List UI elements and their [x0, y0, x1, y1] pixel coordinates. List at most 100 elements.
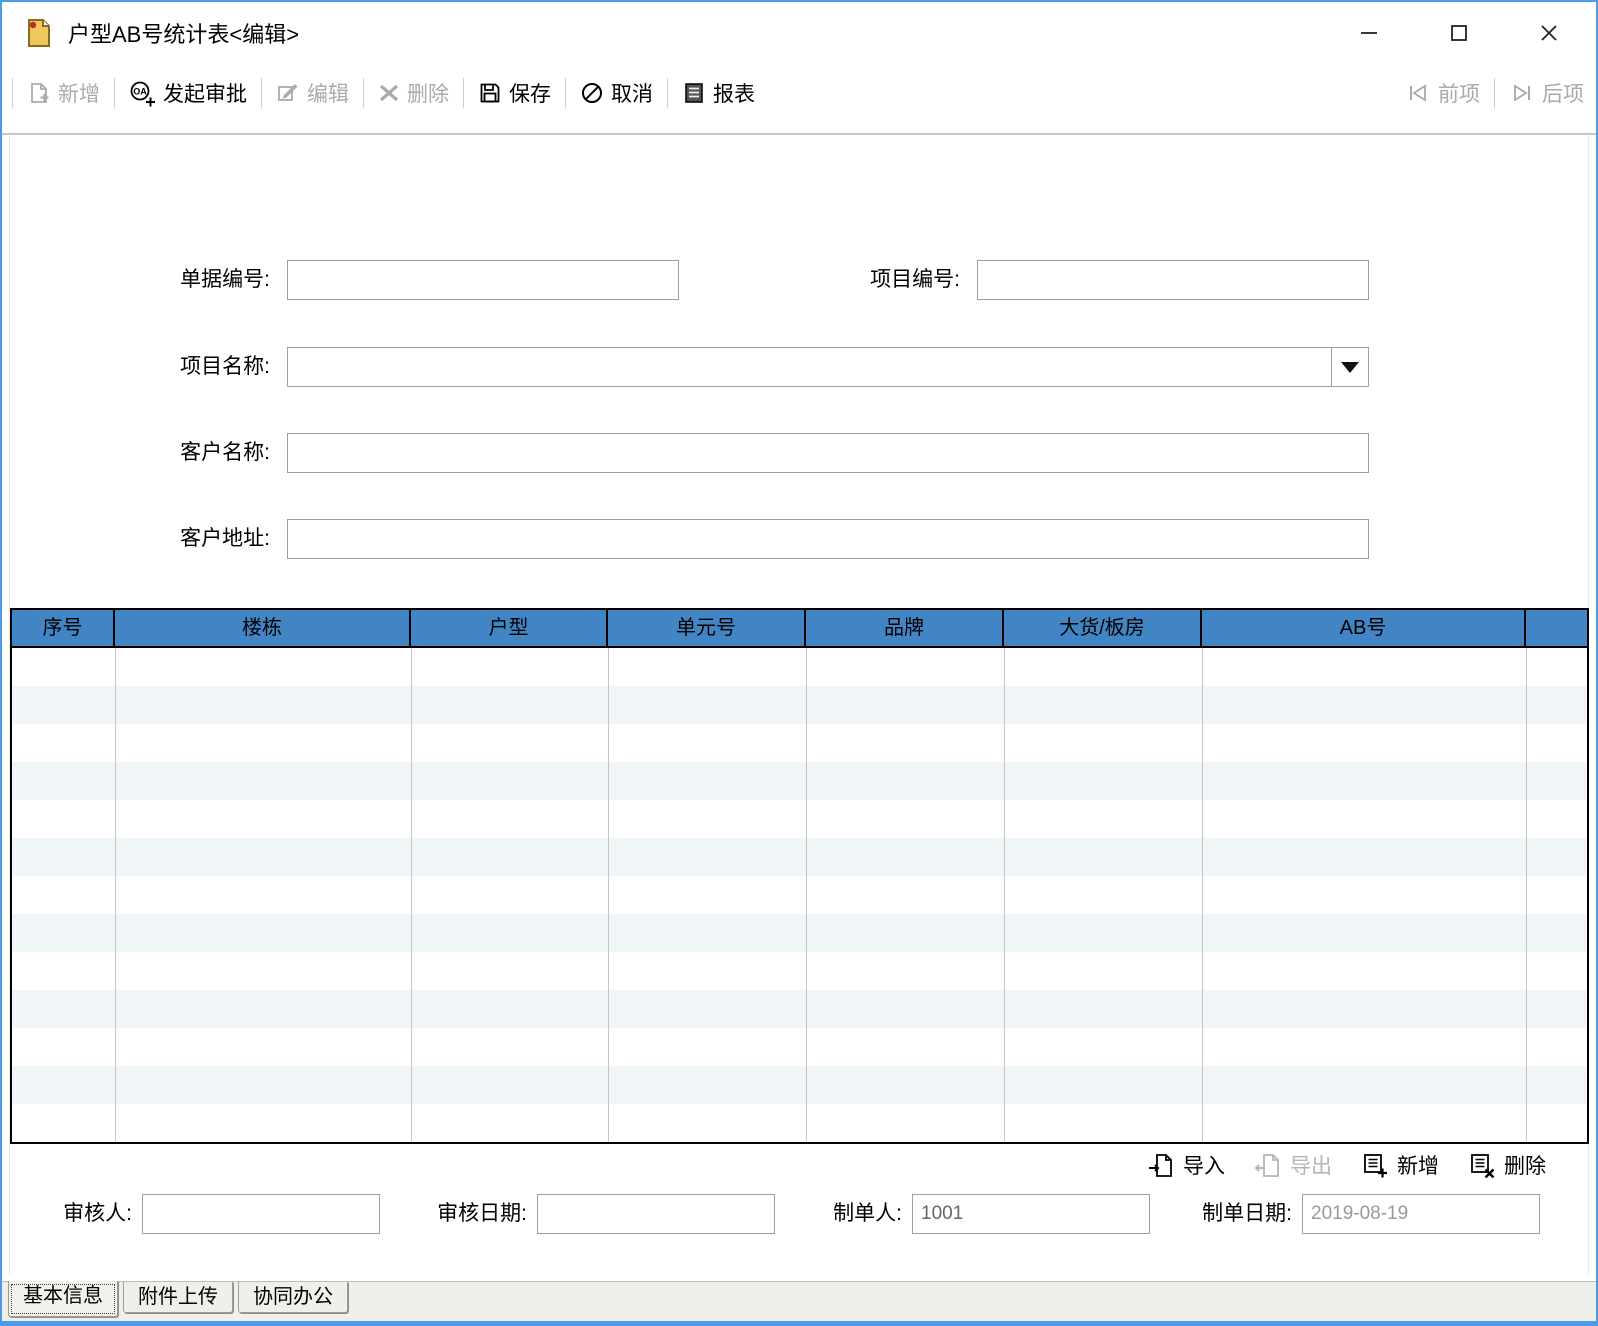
- project-name-input[interactable]: [288, 348, 1331, 386]
- detail-table-body[interactable]: [12, 648, 1587, 1142]
- export-icon: [1255, 1153, 1282, 1178]
- document-number-label: 单据编号:: [60, 260, 270, 300]
- import-button[interactable]: 导入: [1148, 1150, 1225, 1180]
- save-icon: [478, 81, 502, 105]
- maximize-icon: [1448, 22, 1470, 44]
- chevron-down-icon: [1341, 362, 1359, 373]
- row-add-button[interactable]: 新增: [1362, 1150, 1439, 1180]
- toolbar-separator: [565, 78, 566, 108]
- new-doc-icon: [27, 81, 51, 105]
- add-button-label: 新增: [58, 78, 100, 108]
- delete-x-icon: [378, 82, 400, 104]
- close-icon: [1538, 22, 1560, 44]
- oa-approval-icon: OA: [129, 80, 156, 107]
- audit-date-label: 审核日期:: [392, 1194, 527, 1234]
- toolbar-separator: [261, 78, 262, 108]
- customer-address-input[interactable]: [287, 519, 1369, 559]
- next-record-button[interactable]: 后项: [1509, 78, 1584, 108]
- header-unit: 单元号: [608, 610, 806, 646]
- cancel-icon: [580, 81, 604, 105]
- project-name-dropdown-button[interactable]: [1331, 348, 1368, 386]
- main-toolbar: 新增 OA 发起审批 编辑 删除 保存: [2, 66, 1596, 120]
- row-delete-button-label: 删除: [1504, 1150, 1546, 1180]
- tab-basic-info[interactable]: 基本信息: [8, 1281, 118, 1317]
- header-brand: 品牌: [806, 610, 1004, 646]
- row-add-button-label: 新增: [1397, 1150, 1439, 1180]
- delete-button[interactable]: 删除: [378, 78, 449, 108]
- save-button-label: 保存: [509, 78, 551, 108]
- column-divider: [608, 648, 609, 1142]
- row-delete-icon: [1469, 1153, 1496, 1178]
- svg-text:OA: OA: [133, 86, 147, 96]
- record-nav: 前项 后项: [1401, 66, 1588, 120]
- start-approval-button[interactable]: OA 发起审批: [129, 78, 247, 108]
- maker-input[interactable]: [912, 1194, 1150, 1234]
- tab-attachment-upload[interactable]: 附件上传: [123, 1282, 233, 1313]
- customer-name-input[interactable]: [287, 433, 1369, 473]
- column-divider: [1526, 648, 1527, 1142]
- toolbar-separator: [12, 78, 13, 108]
- cancel-button-label: 取消: [611, 78, 653, 108]
- next-record-label: 后项: [1542, 78, 1584, 108]
- make-date-label: 制单日期:: [1157, 1194, 1292, 1234]
- toolbar-separator: [114, 78, 115, 108]
- header-bulk-sample: 大货/板房: [1004, 610, 1202, 646]
- column-divider: [1004, 648, 1005, 1142]
- window-controls: [1324, 2, 1594, 64]
- header-building: 楼栋: [115, 610, 411, 646]
- auditor-input[interactable]: [142, 1194, 380, 1234]
- save-button[interactable]: 保存: [478, 78, 551, 108]
- customer-name-label: 客户名称:: [60, 433, 270, 473]
- edit-button-label: 编辑: [307, 78, 349, 108]
- bottom-tabbar: 基本信息 附件上传 协同办公: [2, 1281, 1596, 1321]
- toolbar-separator: [463, 78, 464, 108]
- project-name-label: 项目名称:: [60, 347, 270, 387]
- auditor-label: 审核人:: [22, 1194, 132, 1234]
- customer-address-label: 客户地址:: [60, 519, 270, 559]
- maximize-button[interactable]: [1414, 2, 1504, 64]
- project-number-label: 项目编号:: [750, 260, 960, 300]
- header-housetype: 户型: [411, 610, 608, 646]
- row-delete-button[interactable]: 删除: [1469, 1150, 1546, 1180]
- delete-button-label: 删除: [407, 78, 449, 108]
- cancel-button[interactable]: 取消: [580, 78, 653, 108]
- import-icon: [1148, 1153, 1175, 1178]
- import-button-label: 导入: [1183, 1150, 1225, 1180]
- report-icon: [682, 81, 706, 105]
- next-icon: [1509, 82, 1535, 104]
- toolbar-divider: [2, 133, 1596, 135]
- minimize-icon: [1358, 22, 1380, 44]
- make-date-input[interactable]: [1302, 1194, 1540, 1234]
- header-seq: 序号: [12, 610, 115, 646]
- minimize-button[interactable]: [1324, 2, 1414, 64]
- edit-button[interactable]: 编辑: [276, 78, 349, 108]
- tab-collaboration[interactable]: 协同办公: [238, 1282, 348, 1313]
- add-button[interactable]: 新增: [27, 78, 100, 108]
- app-document-icon: [22, 16, 56, 50]
- column-divider: [411, 648, 412, 1142]
- detail-table: 序号 楼栋 户型 单元号 品牌 大货/板房 AB号: [10, 608, 1589, 1144]
- header-extra: [1526, 610, 1587, 646]
- toolbar-separator: [667, 78, 668, 108]
- previous-record-button[interactable]: 前项: [1405, 78, 1480, 108]
- audit-date-input[interactable]: [537, 1194, 775, 1234]
- window-title: 户型AB号统计表<编辑>: [68, 17, 299, 49]
- export-button-label: 导出: [1290, 1150, 1332, 1180]
- row-add-icon: [1362, 1153, 1389, 1178]
- document-number-input[interactable]: [287, 260, 679, 300]
- previous-record-label: 前项: [1438, 78, 1480, 108]
- toolbar-separator: [363, 78, 364, 108]
- project-name-dropdown: [287, 347, 1369, 387]
- prev-icon: [1405, 82, 1431, 104]
- header-ab-number: AB号: [1202, 610, 1526, 646]
- report-button-label: 报表: [713, 78, 755, 108]
- export-button[interactable]: 导出: [1255, 1150, 1332, 1180]
- project-number-input[interactable]: [977, 260, 1369, 300]
- report-button[interactable]: 报表: [682, 78, 755, 108]
- maker-label: 制单人:: [792, 1194, 902, 1234]
- toolbar-separator: [1494, 78, 1495, 108]
- table-toolbar: 导入 导出 新增 删除: [1148, 1150, 1546, 1180]
- close-button[interactable]: [1504, 2, 1594, 64]
- app-window: 户型AB号统计表<编辑> 新增 OA 发起审批: [0, 0, 1598, 1326]
- column-divider: [806, 648, 807, 1142]
